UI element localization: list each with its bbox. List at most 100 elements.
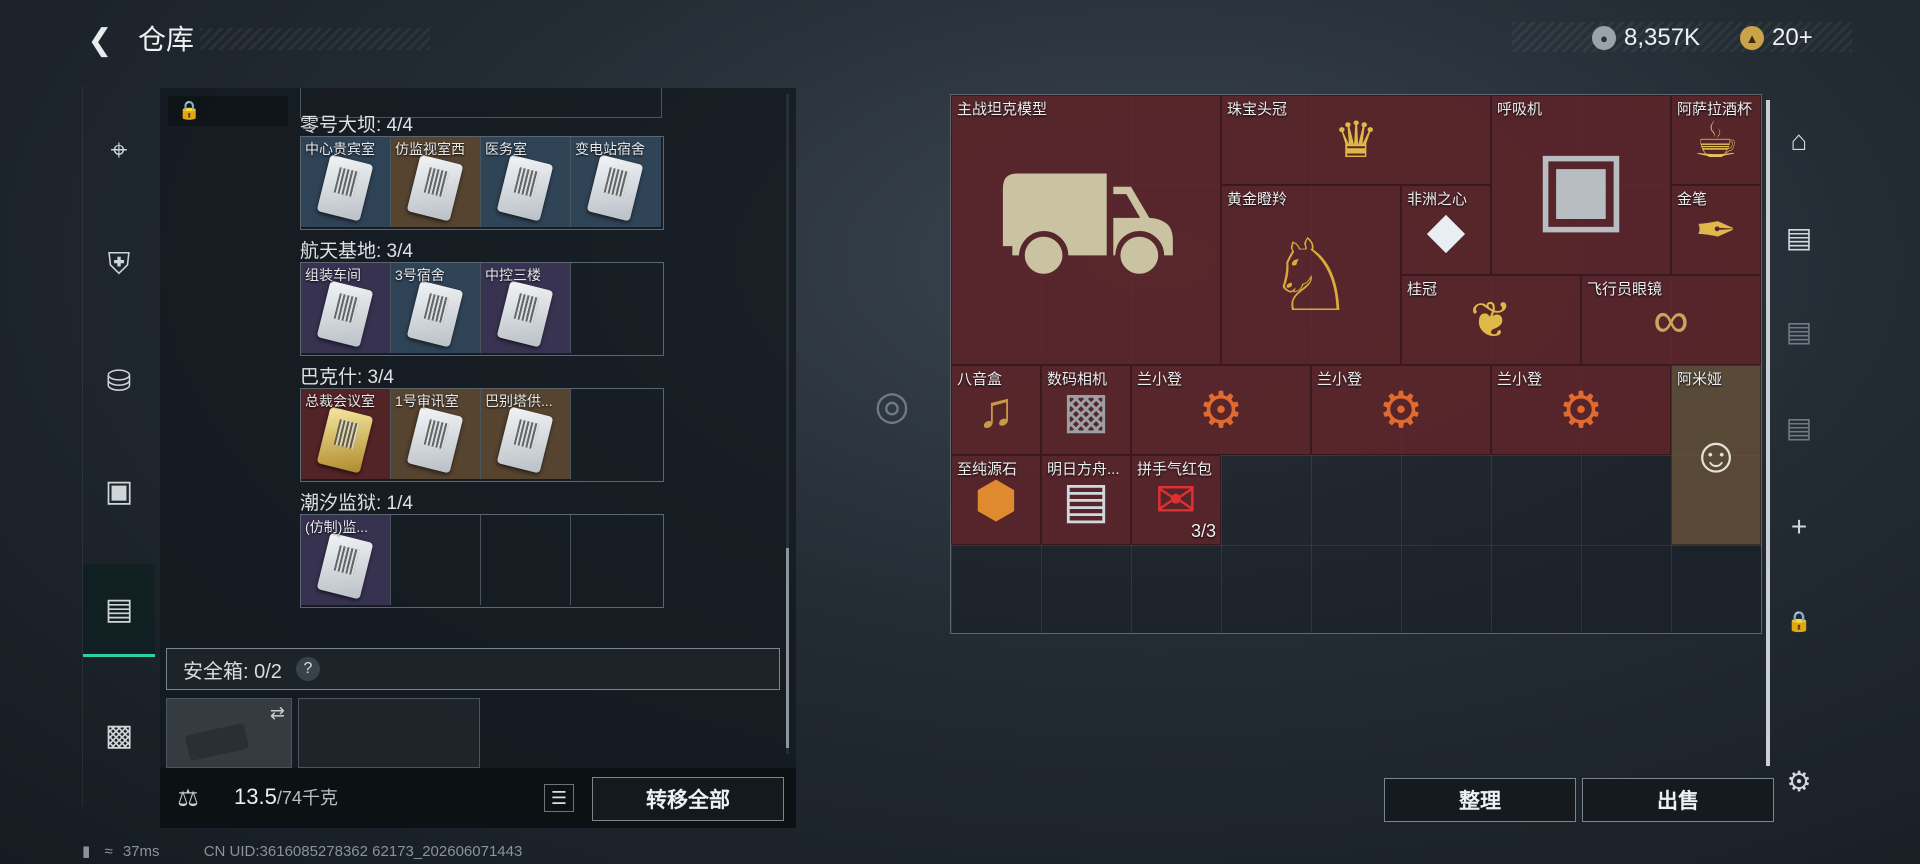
stash-item[interactable]: ✒ 金笔 — [1671, 185, 1761, 275]
weight-max: /74千克 — [276, 788, 338, 808]
empty-slot[interactable] — [481, 515, 571, 605]
keycard-slot[interactable]: 医务室 — [481, 137, 571, 227]
nav-stash-home[interactable]: ⌂ — [1764, 106, 1834, 176]
armor-icon: ⛨ — [107, 248, 131, 281]
stash-item[interactable]: ⚙ 兰小登 — [1131, 365, 1311, 455]
safebox-slot[interactable]: ⇄ — [166, 698, 292, 768]
nav-weapons[interactable]: ⌖ — [83, 106, 155, 196]
back-button[interactable]: ❮ — [80, 20, 120, 60]
stash-item[interactable]: ⚙ 兰小登 — [1311, 365, 1491, 455]
status-bar: ▮ ≈ 37ms CN UID:3616085278362 62173_2026… — [82, 842, 522, 860]
empty-slot[interactable] — [571, 389, 661, 479]
keycard-icon — [406, 280, 464, 348]
nav-stash-tab-3[interactable]: ▤ — [1764, 392, 1834, 462]
collection-label: 零号大坝: 4/4 — [300, 115, 413, 136]
stash-item[interactable]: ∞ 飞行员眼镜 — [1581, 275, 1761, 365]
bottom-bar: ⚖ 13.5/74千克 ☰ 转移全部 — [160, 768, 796, 828]
stash-item-name: 珠宝头冠 — [1227, 101, 1288, 118]
golden-gazelle-icon: ♘ — [1266, 219, 1356, 332]
nav-armor[interactable]: ⛨ — [83, 220, 155, 310]
help-icon[interactable]: ? — [295, 657, 320, 681]
swap-icon[interactable]: ⇄ — [270, 703, 285, 724]
keycard-icon — [316, 280, 374, 348]
stash-item[interactable]: ♫ 八音盒 — [951, 365, 1041, 455]
keycard-slot[interactable]: 总裁会议室 — [301, 389, 391, 479]
toolbox-icon: ▩ — [104, 718, 134, 752]
ping: 37ms — [122, 843, 160, 860]
crosshair-icon: ◎ — [874, 384, 910, 428]
list-icon: ☰ — [550, 787, 568, 808]
token-display[interactable]: ▲ 20+ — [1740, 24, 1813, 52]
figurine-icon: ☺ — [1690, 427, 1742, 483]
wifi-icon: ≈ — [104, 843, 113, 860]
stash-item[interactable]: ▤ 明日方舟... — [1041, 455, 1131, 545]
keycard-icon — [406, 154, 464, 222]
stash-item[interactable]: ☺ 阿米娅 — [1671, 365, 1761, 545]
sort-button[interactable]: 整理 — [1384, 778, 1576, 822]
safebox-slot-empty[interactable] — [298, 698, 480, 768]
keycard-name: 总裁会议室 — [305, 393, 375, 409]
uid: CN UID:3616085278362 62173_202606071443 — [203, 843, 523, 860]
sell-button[interactable]: 出售 — [1582, 778, 1774, 822]
currency-display[interactable]: ● 8,357K — [1592, 24, 1700, 52]
keycard-slot[interactable]: 1号审讯室 — [391, 389, 481, 479]
ventilator-icon: ▣ — [1533, 129, 1629, 242]
stash-item[interactable]: ⚙ 兰小登 — [1491, 365, 1671, 455]
nav-toolbox[interactable]: ▩ — [83, 690, 155, 780]
backpack-icon: ⛁ — [106, 364, 132, 398]
weight-value: 13.5 — [234, 784, 277, 809]
keycard-slot[interactable]: (仿制)监... — [301, 515, 391, 605]
add-stash-button[interactable]: + — [1764, 492, 1834, 562]
nav-container[interactable]: ▤ — [83, 564, 155, 657]
keycard-name: 3号宿舍 — [395, 267, 445, 283]
stash-item[interactable]: ✉ 拼手气红包 3/3 — [1131, 455, 1221, 545]
stash-item[interactable]: ♛ 珠宝头冠 — [1221, 95, 1491, 185]
empty-slot[interactable] — [571, 515, 661, 605]
stash-item-name: 金笔 — [1677, 191, 1708, 208]
weight-readout: 13.5/74千克 — [234, 784, 338, 810]
nav-chest-rig[interactable]: ▣ — [83, 446, 155, 536]
nav-backpack[interactable]: ⛁ — [83, 336, 155, 426]
keycard-slot[interactable]: 变电站宿舍 — [571, 137, 661, 227]
locked-stash: 🔒 — [1764, 586, 1834, 656]
container-icon: ▤ — [104, 592, 134, 626]
stash-item[interactable]: ☕ 阿萨拉酒杯 — [1671, 95, 1761, 185]
settings-button[interactable]: ⚙ — [1764, 746, 1834, 816]
coin-icon: ● — [1592, 26, 1616, 50]
empty-slot[interactable] — [391, 515, 481, 605]
keycard-slot[interactable]: 中心贵宾室 — [301, 137, 391, 227]
nav-stash-tab-2[interactable]: ▤ — [1764, 296, 1834, 366]
keycard-slot[interactable]: 中控三楼 — [481, 263, 571, 353]
stash-item-name: 飞行员眼镜 — [1587, 281, 1663, 298]
keycard-name: 1号审讯室 — [395, 393, 459, 409]
currency-amount: 8,357K — [1624, 24, 1701, 51]
scroll-thumb[interactable] — [786, 548, 789, 748]
safebox-label: 安全箱: 0/2 — [183, 660, 282, 683]
safebox-item-icon — [184, 723, 250, 761]
keycard-slot[interactable]: 仿监视室西 — [391, 137, 481, 227]
empty-slot[interactable] — [571, 263, 661, 353]
stash-item-name: 数码相机 — [1047, 371, 1108, 388]
nav-stash-tab-1[interactable]: ▤ — [1764, 202, 1834, 272]
keycard-name: 仿监视室西 — [395, 141, 465, 157]
stash-item[interactable]: ❦ 桂冠 — [1401, 275, 1581, 365]
keycard-slot[interactable]: 3号宿舍 — [391, 263, 481, 353]
stash-item-name: 兰小登 — [1137, 371, 1183, 388]
list-view-button[interactable]: ☰ — [544, 784, 574, 812]
keycard-slot[interactable]: 组装车间 — [301, 263, 391, 353]
keycard-slot[interactable]: 巴别塔供... — [481, 389, 571, 479]
transfer-all-button[interactable]: 转移全部 — [592, 777, 784, 821]
stash-item[interactable]: ⛟ 主战坦克模型 — [951, 95, 1221, 365]
keycard-icon — [316, 532, 374, 600]
stash-item-name: 主战坦克模型 — [957, 101, 1048, 118]
stash-item-name: 兰小登 — [1497, 371, 1543, 388]
stash-item[interactable]: ◆ 非洲之心 — [1401, 185, 1491, 275]
stash-item[interactable]: ♘ 黄金瞪羚 — [1221, 185, 1401, 365]
stash-item-name: 至纯源石 — [957, 461, 1018, 478]
back-arrow-icon: ❮ — [87, 23, 113, 57]
stash-item-name: 拼手气红包 — [1137, 461, 1213, 478]
stash-item[interactable]: ▣ 呼吸机 — [1491, 95, 1671, 275]
keycard-icon — [496, 280, 554, 348]
stash-item[interactable]: ▩ 数码相机 — [1041, 365, 1131, 455]
stash-item[interactable]: ⬢ 至纯源石 — [951, 455, 1041, 545]
